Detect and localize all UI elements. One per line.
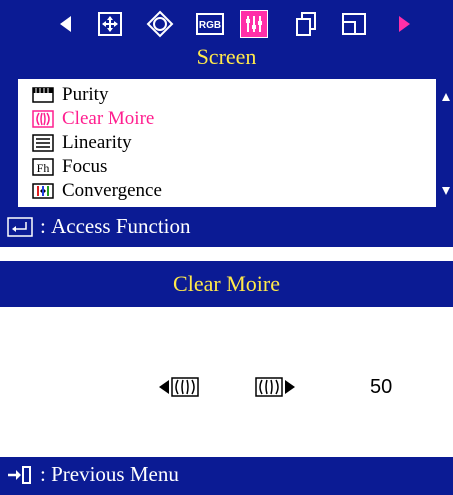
menu-item-purity[interactable]: Purity bbox=[32, 83, 108, 107]
screen-menu: RGB Screen Purity Clear Moire Linearity … bbox=[0, 0, 453, 247]
menu-item-label: Purity bbox=[62, 84, 109, 105]
window-icon[interactable] bbox=[340, 10, 368, 38]
footer-colon: : bbox=[40, 214, 52, 238]
svg-text:RGB: RGB bbox=[199, 20, 221, 31]
menu-item-label: Focus bbox=[62, 156, 108, 177]
position-icon[interactable] bbox=[96, 10, 124, 38]
focus-icon: Fh bbox=[32, 158, 54, 176]
left-arrow-icon[interactable] bbox=[52, 10, 80, 38]
access-function-hint: : Access Function bbox=[6, 214, 191, 239]
moire-increase-icon bbox=[255, 377, 295, 397]
footer-label: Previous Menu bbox=[51, 462, 179, 486]
geometry-icon[interactable] bbox=[146, 10, 174, 38]
decrease-button[interactable] bbox=[158, 373, 200, 401]
previous-menu-hint: : Previous Menu bbox=[6, 462, 179, 487]
moire-icon bbox=[32, 110, 54, 128]
menu-item-focus[interactable]: Fh Focus bbox=[32, 155, 107, 179]
menu-item-clear-moire[interactable]: Clear Moire bbox=[32, 107, 154, 131]
enter-key-icon bbox=[6, 216, 34, 238]
screen-adjust-icon[interactable] bbox=[240, 10, 268, 38]
exit-icon bbox=[6, 464, 34, 486]
convergence-icon bbox=[32, 182, 54, 200]
menu-item-label: Clear Moire bbox=[62, 108, 155, 129]
menu-list: Purity Clear Moire Linearity Fh Focus Co… bbox=[18, 79, 436, 207]
purity-icon bbox=[32, 86, 54, 104]
moire-value: 50 bbox=[370, 376, 393, 398]
submenu-title: Clear Moire bbox=[173, 271, 280, 296]
rgb-icon[interactable]: RGB bbox=[196, 10, 224, 38]
menu-item-label: Linearity bbox=[62, 132, 132, 153]
scroll-down-icon[interactable] bbox=[439, 182, 453, 200]
menu-item-label: Convergence bbox=[62, 180, 162, 201]
menu-item-convergence[interactable]: Convergence bbox=[32, 179, 162, 203]
moire-decrease-icon bbox=[159, 377, 199, 397]
footer-label: Access Function bbox=[51, 214, 191, 238]
menu-icon-bar: RGB bbox=[0, 4, 453, 48]
right-arrow-icon[interactable] bbox=[390, 10, 418, 38]
menu-item-linearity[interactable]: Linearity bbox=[32, 131, 132, 155]
footer-colon: : bbox=[40, 462, 52, 486]
adjust-panel: 50 bbox=[0, 307, 453, 457]
copy-icon[interactable] bbox=[292, 10, 320, 38]
linearity-icon bbox=[32, 134, 54, 152]
scroll-up-icon[interactable] bbox=[439, 88, 453, 106]
increase-button[interactable] bbox=[254, 373, 296, 401]
clear-moire-menu: Clear Moire 50 : Previous Menu bbox=[0, 261, 453, 495]
svg-text:Fh: Fh bbox=[37, 161, 50, 175]
menu-title: Screen bbox=[196, 44, 257, 69]
